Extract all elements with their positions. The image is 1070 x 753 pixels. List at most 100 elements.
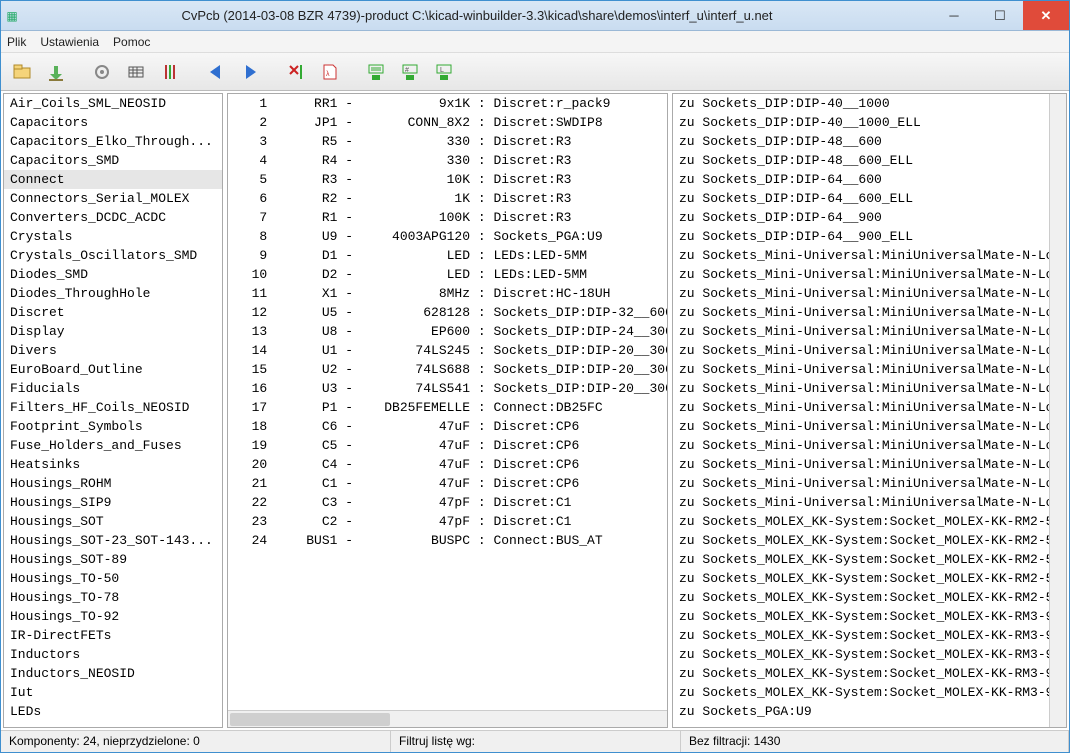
footprint-item[interactable]: zu Sockets_DIP:DIP-64__600_ELL	[673, 189, 1049, 208]
footprint-item[interactable]: zu Sockets_Mini-Universal:MiniUniversalM…	[673, 436, 1049, 455]
library-item[interactable]: Fiducials	[4, 379, 222, 398]
library-list[interactable]: Air_Coils_SML_NEOSIDCapacitorsCapacitors…	[4, 94, 222, 727]
component-row[interactable]: 6 R2 - 1K : Discret:R3	[228, 189, 667, 208]
component-row[interactable]: 16 U3 - 74LS541 : Sockets_DIP:DIP-20__30…	[228, 379, 667, 398]
footprint-item[interactable]: zu Sockets_PGA:U9	[673, 702, 1049, 721]
close-button[interactable]: ✕	[1023, 1, 1069, 30]
footprint-item[interactable]: zu Sockets_DIP:DIP-40__1000_ELL	[673, 113, 1049, 132]
library-item[interactable]: Capacitors_SMD	[4, 151, 222, 170]
component-row[interactable]: 15 U2 - 74LS688 : Sockets_DIP:DIP-20__30…	[228, 360, 667, 379]
menu-file[interactable]: Plik	[7, 35, 26, 49]
component-row[interactable]: 2 JP1 - CONN_8X2 : Discret:SWDIP8	[228, 113, 667, 132]
footprint-item[interactable]: zu Sockets_Mini-Universal:MiniUniversalM…	[673, 398, 1049, 417]
library-item[interactable]: Housings_SOT-23_SOT-143...	[4, 531, 222, 550]
component-row[interactable]: 4 R4 - 330 : Discret:R3	[228, 151, 667, 170]
library-item[interactable]: IR-DirectFETs	[4, 626, 222, 645]
library-item[interactable]: Housings_SOT	[4, 512, 222, 531]
library-item[interactable]: Housings_SOT-89	[4, 550, 222, 569]
footprint-item[interactable]: zu Sockets_MOLEX_KK-System:Socket_MOLEX-…	[673, 588, 1049, 607]
footprint-item[interactable]: zu Sockets_DIP:DIP-64__600	[673, 170, 1049, 189]
library-item[interactable]: Inductors	[4, 645, 222, 664]
footprint-item[interactable]: zu Sockets_Mini-Universal:MiniUniversalM…	[673, 284, 1049, 303]
view-footprint-button[interactable]	[121, 57, 151, 87]
menu-settings[interactable]: Ustawienia	[40, 35, 99, 49]
component-row[interactable]: 5 R3 - 10K : Discret:R3	[228, 170, 667, 189]
component-row[interactable]: 9 D1 - LED : LEDs:LED-5MM	[228, 246, 667, 265]
footprint-item[interactable]: zu Sockets_MOLEX_KK-System:Socket_MOLEX-…	[673, 645, 1049, 664]
library-item[interactable]: Crystals_Oscillators_SMD	[4, 246, 222, 265]
menu-help[interactable]: Pomoc	[113, 35, 150, 49]
minimize-button[interactable]: ─	[931, 1, 977, 30]
footprint-item[interactable]: zu Sockets_MOLEX_KK-System:Socket_MOLEX-…	[673, 531, 1049, 550]
footprint-list[interactable]: zu Sockets_DIP:DIP-40__1000zu Sockets_DI…	[673, 94, 1049, 727]
footprint-item[interactable]: zu Sockets_Mini-Universal:MiniUniversalM…	[673, 246, 1049, 265]
component-row[interactable]: 1 RR1 - 9x1K : Discret:r_pack9	[228, 94, 667, 113]
library-item[interactable]: Capacitors_Elko_Through...	[4, 132, 222, 151]
footprint-item[interactable]: zu Sockets_Mini-Universal:MiniUniversalM…	[673, 360, 1049, 379]
footprint-item[interactable]: zu Sockets_DIP:DIP-48__600_ELL	[673, 151, 1049, 170]
library-item[interactable]: Divers	[4, 341, 222, 360]
component-hscrollbar[interactable]	[228, 710, 667, 727]
library-item[interactable]: Filters_HF_Coils_NEOSID	[4, 398, 222, 417]
library-item[interactable]: Crystals	[4, 227, 222, 246]
library-item[interactable]: EuroBoard_Outline	[4, 360, 222, 379]
component-row[interactable]: 19 C5 - 47uF : Discret:CP6	[228, 436, 667, 455]
maximize-button[interactable]: ☐	[977, 1, 1023, 30]
preferences-button[interactable]	[87, 57, 117, 87]
footprint-item[interactable]: zu Sockets_MOLEX_KK-System:Socket_MOLEX-…	[673, 664, 1049, 683]
next-component-button[interactable]	[235, 57, 265, 87]
footprint-item[interactable]: zu Sockets_Mini-Universal:MiniUniversalM…	[673, 303, 1049, 322]
footprint-item[interactable]: zu Sockets_MOLEX_KK-System:Socket_MOLEX-…	[673, 607, 1049, 626]
footprint-item[interactable]: zu Sockets_Mini-Universal:MiniUniversalM…	[673, 455, 1049, 474]
filter-by-pincount-button[interactable]: #	[395, 57, 425, 87]
component-row[interactable]: 24 BUS1 - BUSPC : Connect:BUS_AT	[228, 531, 667, 550]
save-button[interactable]	[41, 57, 71, 87]
prev-component-button[interactable]	[201, 57, 231, 87]
filter-by-library-button[interactable]: L	[429, 57, 459, 87]
library-item[interactable]: Display	[4, 322, 222, 341]
footprint-item[interactable]: zu Sockets_Mini-Universal:MiniUniversalM…	[673, 474, 1049, 493]
library-item[interactable]: Heatsinks	[4, 455, 222, 474]
footprint-item[interactable]: zu Sockets_MOLEX_KK-System:Socket_MOLEX-…	[673, 683, 1049, 702]
footprint-vscrollbar[interactable]	[1049, 94, 1066, 727]
component-row[interactable]: 12 U5 - 628128 : Sockets_DIP:DIP-32__600	[228, 303, 667, 322]
library-item[interactable]: Fuse_Holders_and_Fuses	[4, 436, 222, 455]
library-item[interactable]: Housings_TO-50	[4, 569, 222, 588]
library-item[interactable]: Air_Coils_SML_NEOSID	[4, 94, 222, 113]
library-item[interactable]: Inductors_NEOSID	[4, 664, 222, 683]
component-row[interactable]: 7 R1 - 100K : Discret:R3	[228, 208, 667, 227]
component-row[interactable]: 20 C4 - 47uF : Discret:CP6	[228, 455, 667, 474]
footprint-item[interactable]: zu Sockets_MOLEX_KK-System:Socket_MOLEX-…	[673, 626, 1049, 645]
component-row[interactable]: 14 U1 - 74LS245 : Sockets_DIP:DIP-20__30…	[228, 341, 667, 360]
filter-toggle-button[interactable]	[155, 57, 185, 87]
filter-by-keywords-button[interactable]	[361, 57, 391, 87]
library-item[interactable]: Housings_SIP9	[4, 493, 222, 512]
footprint-item[interactable]: zu Sockets_DIP:DIP-64__900_ELL	[673, 227, 1049, 246]
footprint-item[interactable]: zu Sockets_DIP:DIP-40__1000	[673, 94, 1049, 113]
component-row[interactable]: 3 R5 - 330 : Discret:R3	[228, 132, 667, 151]
component-row[interactable]: 11 X1 - 8MHz : Discret:HC-18UH	[228, 284, 667, 303]
component-row[interactable]: 8 U9 - 4003APG120 : Sockets_PGA:U9	[228, 227, 667, 246]
footprint-item[interactable]: zu Sockets_Mini-Universal:MiniUniversalM…	[673, 379, 1049, 398]
library-item[interactable]: Connect	[4, 170, 222, 189]
component-row[interactable]: 13 U8 - EP600 : Sockets_DIP:DIP-24__300	[228, 322, 667, 341]
footprint-item[interactable]: zu Sockets_Mini-Universal:MiniUniversalM…	[673, 493, 1049, 512]
component-row[interactable]: 17 P1 - DB25FEMELLE : Connect:DB25FC	[228, 398, 667, 417]
footprint-item[interactable]: zu Sockets_MOLEX_KK-System:Socket_MOLEX-…	[673, 550, 1049, 569]
delete-association-button[interactable]	[281, 57, 311, 87]
footprint-item[interactable]: zu Sockets_MOLEX_KK-System:Socket_MOLEX-…	[673, 512, 1049, 531]
library-item[interactable]: Capacitors	[4, 113, 222, 132]
footprint-item[interactable]: zu Sockets_Mini-Universal:MiniUniversalM…	[673, 341, 1049, 360]
component-list[interactable]: 1 RR1 - 9x1K : Discret:r_pack9 2 JP1 - C…	[228, 94, 667, 710]
library-item[interactable]: Iut	[4, 683, 222, 702]
footprint-item[interactable]: zu Sockets_DIP:DIP-48__600	[673, 132, 1049, 151]
library-item[interactable]: Housings_TO-78	[4, 588, 222, 607]
footprint-item[interactable]: zu Sockets_DIP:DIP-64__900	[673, 208, 1049, 227]
component-row[interactable]: 21 C1 - 47uF : Discret:CP6	[228, 474, 667, 493]
component-row[interactable]: 18 C6 - 47uF : Discret:CP6	[228, 417, 667, 436]
footprint-item[interactable]: zu Sockets_MOLEX_KK-System:Socket_MOLEX-…	[673, 569, 1049, 588]
library-item[interactable]: Connectors_Serial_MOLEX	[4, 189, 222, 208]
footprint-item[interactable]: zu Sockets_Mini-Universal:MiniUniversalM…	[673, 417, 1049, 436]
library-item[interactable]: Housings_ROHM	[4, 474, 222, 493]
library-item[interactable]: Footprint_Symbols	[4, 417, 222, 436]
